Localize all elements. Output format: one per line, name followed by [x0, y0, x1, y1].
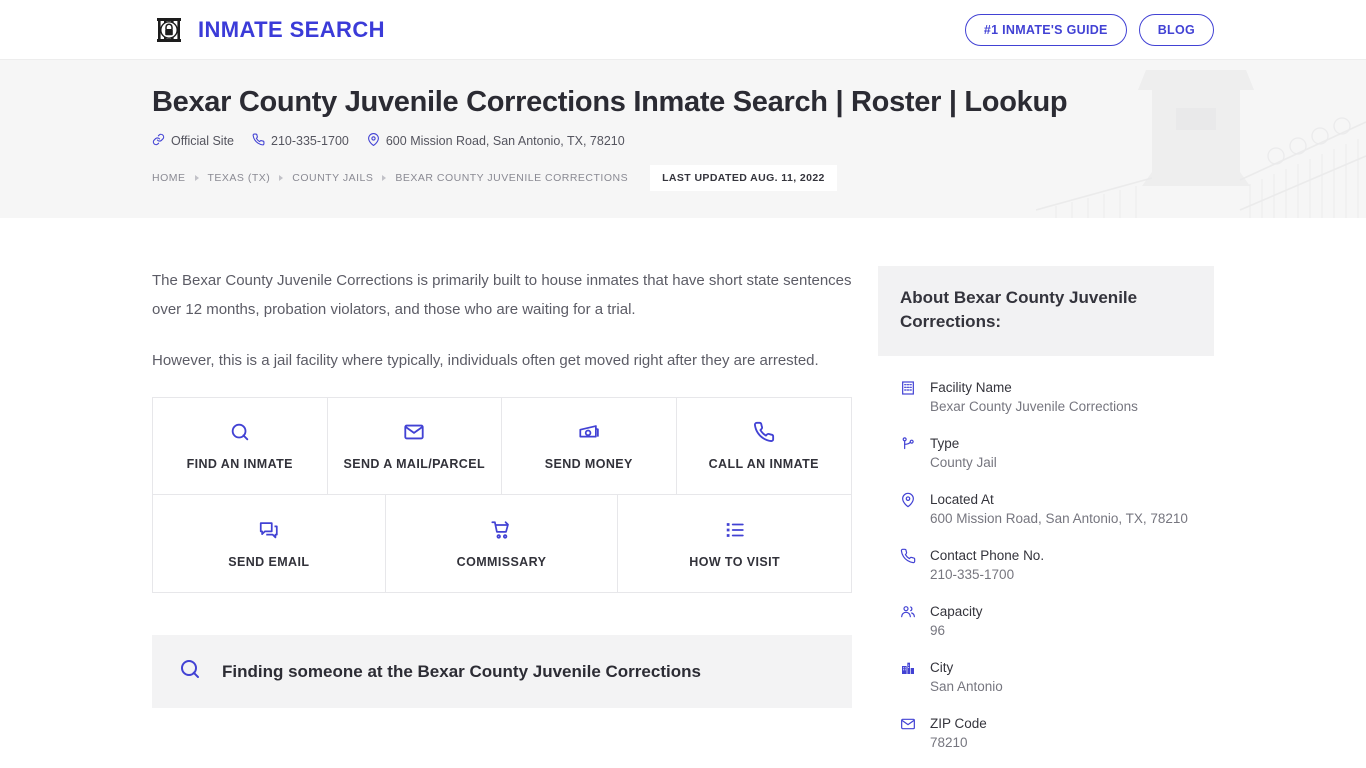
- city-icon: [900, 658, 918, 697]
- brand-logo[interactable]: INMATE SEARCH: [152, 13, 385, 47]
- sidebar: About Bexar County Juvenile Corrections:…: [878, 266, 1214, 768]
- phone-icon: [900, 546, 918, 585]
- intro-paragraph-1: The Bexar County Juvenile Corrections is…: [152, 272, 852, 318]
- list-icon: [724, 519, 746, 541]
- detail-row-zip-code: ZIP Code 78210: [900, 714, 1192, 753]
- breadcrumb: HOME TEXAS (TX) COUNTY JAILS BEXAR COUNT…: [152, 165, 1214, 191]
- search-icon: [229, 421, 251, 443]
- hero-phone-label: 210-335-1700: [271, 134, 349, 148]
- phone-icon: [753, 421, 775, 443]
- action-send-money[interactable]: SEND MONEY: [502, 398, 677, 495]
- detail-value: 78210: [930, 735, 968, 750]
- blog-button[interactable]: BLOG: [1138, 13, 1214, 46]
- detail-label: ZIP Code: [930, 716, 987, 731]
- action-commissary[interactable]: COMMISSARY: [385, 495, 619, 592]
- chat-icon: [258, 519, 280, 541]
- detail-value: 210-335-1700: [930, 567, 1015, 582]
- intro-paragraph-2: However, this is a jail facility where t…: [152, 352, 819, 369]
- action-label: CALL AN INMATE: [708, 457, 819, 471]
- facility-detail-list: Facility Name Bexar County Juvenile Corr…: [878, 356, 1214, 768]
- site-header: INMATE SEARCH #1 INMATE'S GUIDE BLOG: [0, 0, 1366, 60]
- action-label: HOW TO VISIT: [689, 554, 780, 569]
- main-column: The Bexar County Juvenile Corrections is…: [152, 266, 852, 768]
- map-pin-icon: [367, 133, 380, 149]
- breadcrumb-item-home[interactable]: HOME: [152, 172, 186, 184]
- detail-label: Capacity: [930, 604, 983, 619]
- header-actions: #1 INMATE'S GUIDE BLOG: [964, 13, 1214, 46]
- hero-meta: Official Site 210-335-1700 600 Mission R…: [152, 133, 1214, 149]
- detail-value: Bexar County Juvenile Corrections: [930, 399, 1138, 414]
- map-pin-icon: [900, 490, 918, 529]
- detail-row-type: Type County Jail: [900, 434, 1192, 473]
- hero-section: Bexar County Juvenile Corrections Inmate…: [0, 60, 1366, 218]
- action-label: COMMISSARY: [456, 554, 547, 569]
- detail-row-contact-phone: Contact Phone No. 210-335-1700: [900, 546, 1192, 585]
- breadcrumb-item-current[interactable]: BEXAR COUNTY JUVENILE CORRECTIONS: [395, 172, 628, 184]
- about-facility-card: About Bexar County Juvenile Corrections:…: [878, 266, 1214, 768]
- page-body: The Bexar County Juvenile Corrections is…: [0, 218, 1366, 768]
- official-site-label: Official Site: [171, 134, 234, 148]
- detail-label: Located At: [930, 492, 994, 507]
- action-send-a-mail-parcel[interactable]: SEND A MAIL/PARCEL: [327, 398, 502, 495]
- detail-label: Facility Name: [930, 380, 1012, 395]
- brand-name: INMATE SEARCH: [198, 16, 385, 42]
- action-label: SEND EMAIL: [228, 554, 310, 569]
- cart-icon: [490, 519, 512, 541]
- detail-row-located-at: Located At 600 Mission Road, San Antonio…: [900, 490, 1192, 529]
- breadcrumb-separator-icon: [194, 175, 199, 181]
- node-type-icon: [900, 434, 918, 473]
- action-grid: FIND AN INMATE SEND A MAIL/PARCEL SEND M…: [152, 397, 852, 593]
- users-icon: [900, 602, 918, 641]
- action-how-to-visit[interactable]: HOW TO VISIT: [618, 495, 851, 592]
- page-title: Bexar County Juvenile Corrections Inmate…: [152, 86, 1068, 118]
- action-label: SEND MONEY: [544, 457, 633, 471]
- breadcrumb-item-county-jails[interactable]: COUNTY JAILS: [292, 172, 373, 184]
- detail-label: Contact Phone No.: [930, 548, 1045, 563]
- envelope-icon: [900, 714, 918, 753]
- about-facility-heading: About Bexar County Juvenile Corrections:: [878, 266, 1214, 356]
- phone-icon: [252, 133, 265, 149]
- breadcrumb-separator-icon: [279, 175, 284, 181]
- detail-value: County Jail: [930, 455, 997, 470]
- hero-address[interactable]: 600 Mission Road, San Antonio, TX, 78210: [367, 133, 625, 149]
- action-label: FIND AN INMATE: [186, 457, 293, 471]
- detail-value: 96: [930, 623, 946, 638]
- link-icon: [152, 133, 165, 149]
- action-call-an-inmate[interactable]: CALL AN INMATE: [676, 398, 851, 495]
- last-updated-badge: LAST UPDATED AUG. 11, 2022: [650, 165, 837, 191]
- hero-phone[interactable]: 210-335-1700: [252, 133, 349, 149]
- detail-value: 600 Mission Road, San Antonio, TX, 78210: [930, 511, 1188, 526]
- action-label: SEND A MAIL/PARCEL: [343, 457, 485, 471]
- detail-value: San Antonio: [930, 679, 1003, 694]
- action-send-email[interactable]: SEND EMAIL: [153, 495, 386, 592]
- search-icon: [178, 657, 202, 686]
- breadcrumb-item-state[interactable]: TEXAS (TX): [208, 172, 271, 184]
- breadcrumb-separator-icon: [382, 175, 387, 181]
- detail-row-city: City San Antonio: [900, 658, 1192, 697]
- building-icon: [900, 378, 918, 417]
- inmates-guide-button[interactable]: #1 INMATE'S GUIDE: [964, 13, 1127, 46]
- detail-label: Type: [930, 436, 960, 451]
- detail-label: City: [930, 660, 954, 675]
- action-find-an-inmate[interactable]: FIND AN INMATE: [153, 398, 328, 495]
- hero-address-label: 600 Mission Road, San Antonio, TX, 78210: [385, 134, 625, 148]
- envelope-icon: [403, 421, 425, 443]
- callout-title: Finding someone at the Bexar County Juve…: [222, 661, 701, 681]
- jail-cell-padlock-icon: [152, 13, 186, 47]
- official-site-link[interactable]: Official Site: [152, 133, 234, 149]
- finding-someone-callout[interactable]: Finding someone at the Bexar County Juve…: [152, 635, 852, 708]
- detail-row-capacity: Capacity 96: [900, 602, 1192, 641]
- detail-row-facility-name: Facility Name Bexar County Juvenile Corr…: [900, 378, 1192, 417]
- money-icon: [578, 421, 600, 443]
